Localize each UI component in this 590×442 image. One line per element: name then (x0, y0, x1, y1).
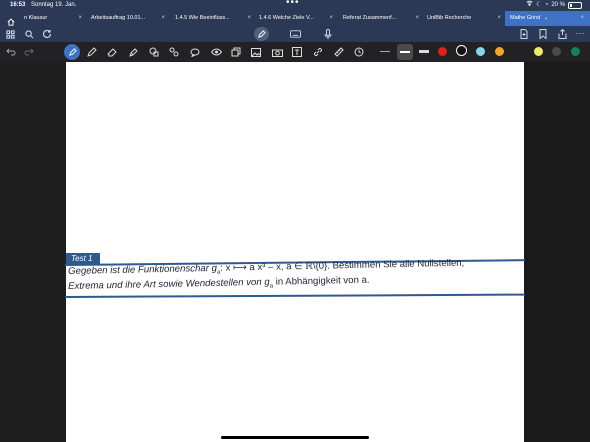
share-icon[interactable] (556, 28, 568, 40)
color-green[interactable] (571, 47, 580, 56)
tab-label: n Klausur (24, 15, 48, 21)
test-label: Test 1 (66, 253, 100, 265)
close-icon[interactable]: × (78, 11, 82, 25)
home-indicator[interactable] (221, 436, 369, 439)
tab-unibib[interactable]: UniBib Recherche × (427, 11, 503, 26)
tab-label: 1.4.5 Wie Beeinfluss... (175, 15, 230, 21)
task-text-intro: Gegeben ist die Funktionenschar g (68, 262, 217, 277)
canvas-background (524, 62, 590, 442)
color-yellow[interactable] (534, 47, 543, 56)
lock-rotation-icon: ◔ (544, 2, 549, 8)
color-dark-gray[interactable] (552, 47, 561, 56)
view-icon[interactable] (210, 46, 222, 58)
more-icon[interactable]: ··· (574, 27, 586, 39)
redo-icon[interactable] (23, 46, 35, 58)
undo-icon[interactable] (5, 46, 17, 58)
tab-label: Mathe Grind (510, 15, 541, 21)
elements-icon[interactable] (168, 46, 180, 58)
tab-label: 1.4.6 Welche Ziele V... (259, 15, 314, 21)
grid-icon[interactable] (4, 28, 16, 40)
battery-text: 20 % (551, 2, 565, 8)
color-orange[interactable] (495, 47, 504, 56)
color-black-selected[interactable] (456, 45, 467, 56)
close-icon[interactable]: × (161, 11, 165, 25)
tab-arbeitsauftrag[interactable]: Arbeitsauftrag 10.01... × (91, 11, 167, 26)
search-icon[interactable] (23, 28, 35, 40)
close-icon[interactable]: × (247, 11, 251, 25)
task-text-dependency: in Abhängigkeit von a. (272, 274, 370, 288)
thick-stroke-option[interactable] (419, 50, 429, 53)
home-icon[interactable] (7, 13, 15, 26)
color-light-blue[interactable] (476, 47, 485, 56)
status-time: 16:53 (10, 2, 26, 8)
document-page[interactable] (66, 62, 524, 442)
ruler-icon[interactable] (333, 46, 345, 58)
highlighter-icon[interactable] (127, 46, 139, 58)
status-bar: 16:53 Sonntag 19. Jan. ••• ☾ ◔ 20 % (0, 0, 590, 11)
pen-icon[interactable] (86, 46, 98, 58)
thin-stroke-option[interactable] (380, 51, 390, 52)
camera-icon[interactable] (271, 46, 283, 58)
comment-icon[interactable] (189, 46, 201, 58)
microphone-icon[interactable] (322, 28, 334, 40)
multitasking-dots[interactable]: ••• (286, 0, 300, 8)
shapes-icon[interactable] (148, 46, 160, 58)
tab-1-4-6[interactable]: 1.4.6 Welche Ziele V... × (259, 11, 335, 26)
textbox-icon[interactable] (291, 46, 303, 58)
tab-mathe-grind[interactable]: Mathe Grind ⌄ × (505, 11, 590, 26)
color-red[interactable] (438, 47, 447, 56)
pen-tool-icon[interactable] (254, 27, 269, 41)
close-icon[interactable]: × (497, 11, 501, 25)
chevron-down-icon[interactable]: ⌄ (544, 15, 549, 21)
battery-icon (568, 2, 582, 9)
tab-label: Arbeitsauftrag 10.01... (91, 15, 146, 21)
close-icon[interactable]: × (415, 11, 419, 25)
add-page-icon[interactable] (518, 28, 530, 40)
medium-stroke-option[interactable] (397, 44, 413, 60)
tab-klausur[interactable]: n Klausur × (24, 11, 84, 26)
status-date: Sonntag 19. Jan. (31, 2, 77, 8)
tab-bar: n Klausur × Arbeitsauftrag 10.01... × 1.… (0, 11, 590, 26)
lasso-pen-icon[interactable] (64, 44, 80, 60)
wifi-icon (526, 0, 533, 11)
tab-referat[interactable]: Referat Zusammenf... × (343, 11, 421, 26)
keyboard-icon[interactable] (289, 28, 301, 40)
link-icon[interactable] (312, 46, 324, 58)
tab-label: UniBib Recherche (427, 15, 472, 21)
moon-icon: ☾ (536, 2, 542, 8)
image-icon[interactable] (250, 46, 262, 58)
tab-label: Referat Zusammenf... (343, 15, 397, 21)
timer-icon[interactable] (353, 46, 365, 58)
close-icon[interactable]: × (329, 11, 333, 25)
tab-1-4-5[interactable]: 1.4.5 Wie Beeinfluss... × (175, 11, 253, 26)
close-icon[interactable]: × (580, 11, 584, 25)
refresh-icon[interactable] (41, 28, 53, 40)
eraser-icon[interactable] (106, 46, 118, 58)
copy-icon[interactable] (230, 46, 242, 58)
status-icons: ☾ ◔ 20 % (526, 0, 582, 11)
bookmark-icon[interactable] (537, 28, 549, 40)
top-toolbar: ··· (0, 26, 590, 42)
